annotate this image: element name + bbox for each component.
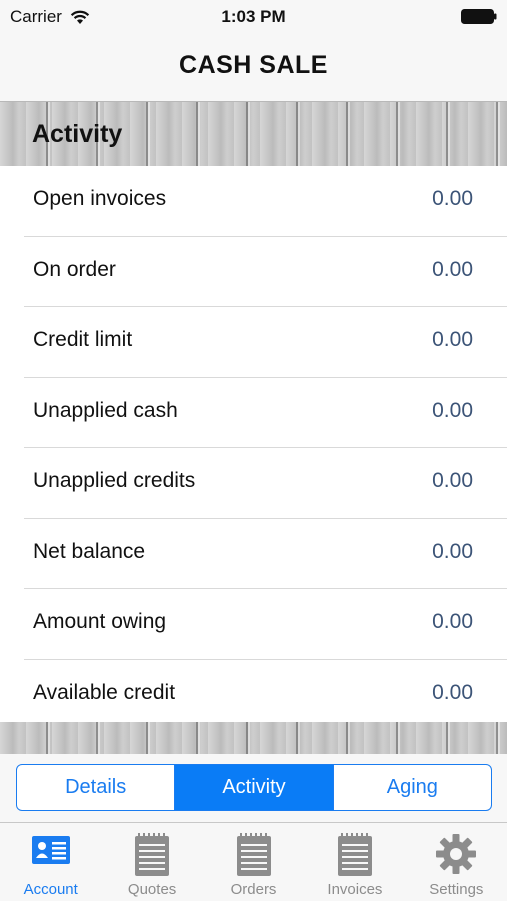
segment-aging[interactable]: Aging — [334, 765, 491, 810]
tab-settings[interactable]: Settings — [406, 823, 507, 901]
tab-quotes[interactable]: Quotes — [101, 823, 202, 901]
row-value: 0.00 — [432, 328, 473, 351]
gear-icon — [436, 834, 477, 874]
navigation-bar: CASH SALE — [0, 34, 507, 102]
page-title: CASH SALE — [179, 51, 328, 79]
list-item: Available credit 0.00 — [24, 660, 507, 730]
tab-label: Invoices — [327, 881, 383, 898]
tab-label: Account — [23, 881, 78, 898]
row-value: 0.00 — [432, 610, 473, 633]
row-label: Unapplied credits — [33, 469, 196, 492]
tab-label: Settings — [429, 881, 484, 898]
tab-bar: Account Quotes Orders Invoices Settings — [0, 822, 507, 901]
segment-details[interactable]: Details — [17, 765, 176, 810]
row-value: 0.00 — [432, 398, 473, 422]
tab-invoices[interactable]: Invoices — [304, 823, 405, 901]
row-label: Available credit — [33, 680, 176, 704]
row-label: Credit limit — [33, 328, 133, 351]
section-title: Activity — [32, 120, 123, 148]
tab-label: Orders — [230, 881, 277, 898]
row-value: 0.00 — [432, 257, 473, 281]
notepad-icon — [135, 833, 170, 876]
tab-orders[interactable]: Orders — [203, 823, 304, 901]
list-item: Unapplied credits 0.00 — [24, 448, 507, 519]
row-value: 0.00 — [432, 469, 473, 492]
segmented-control: Details Activity Aging — [16, 764, 492, 811]
tab-account[interactable]: Account — [0, 823, 101, 901]
row-label: Amount owing — [33, 610, 167, 633]
row-label: Open invoices — [33, 187, 167, 210]
list-item: Unapplied cash 0.00 — [24, 378, 507, 448]
list-item: Credit limit 0.00 — [24, 307, 507, 378]
activity-list: Open invoices 0.00 On order 0.00 Credit … — [0, 166, 507, 729]
row-value: 0.00 — [432, 539, 473, 563]
row-label: Net balance — [33, 539, 146, 563]
segment-bar: Details Activity Aging — [0, 754, 507, 822]
status-time: 1:03 PM — [221, 7, 286, 26]
list-item: Net balance 0.00 — [24, 519, 507, 589]
segment-activity[interactable]: Activity — [175, 765, 334, 810]
row-value: 0.00 — [432, 680, 473, 704]
list-item: On order 0.00 — [24, 237, 507, 307]
list-item: Open invoices 0.00 — [24, 166, 507, 237]
row-label: On order — [33, 257, 116, 281]
tab-label: Quotes — [127, 881, 177, 898]
status-bar: Carrier 1:03 PM — [0, 0, 507, 34]
row-value: 0.00 — [432, 187, 473, 210]
row-label: Unapplied cash — [33, 398, 178, 422]
notepad-icon — [236, 833, 271, 876]
wood-divider — [0, 722, 507, 754]
notepad-icon — [337, 833, 372, 876]
section-header: Activity — [0, 102, 507, 166]
list-item: Amount owing 0.00 — [24, 589, 507, 660]
account-card-icon — [31, 836, 70, 864]
battery-icon — [461, 9, 497, 24]
